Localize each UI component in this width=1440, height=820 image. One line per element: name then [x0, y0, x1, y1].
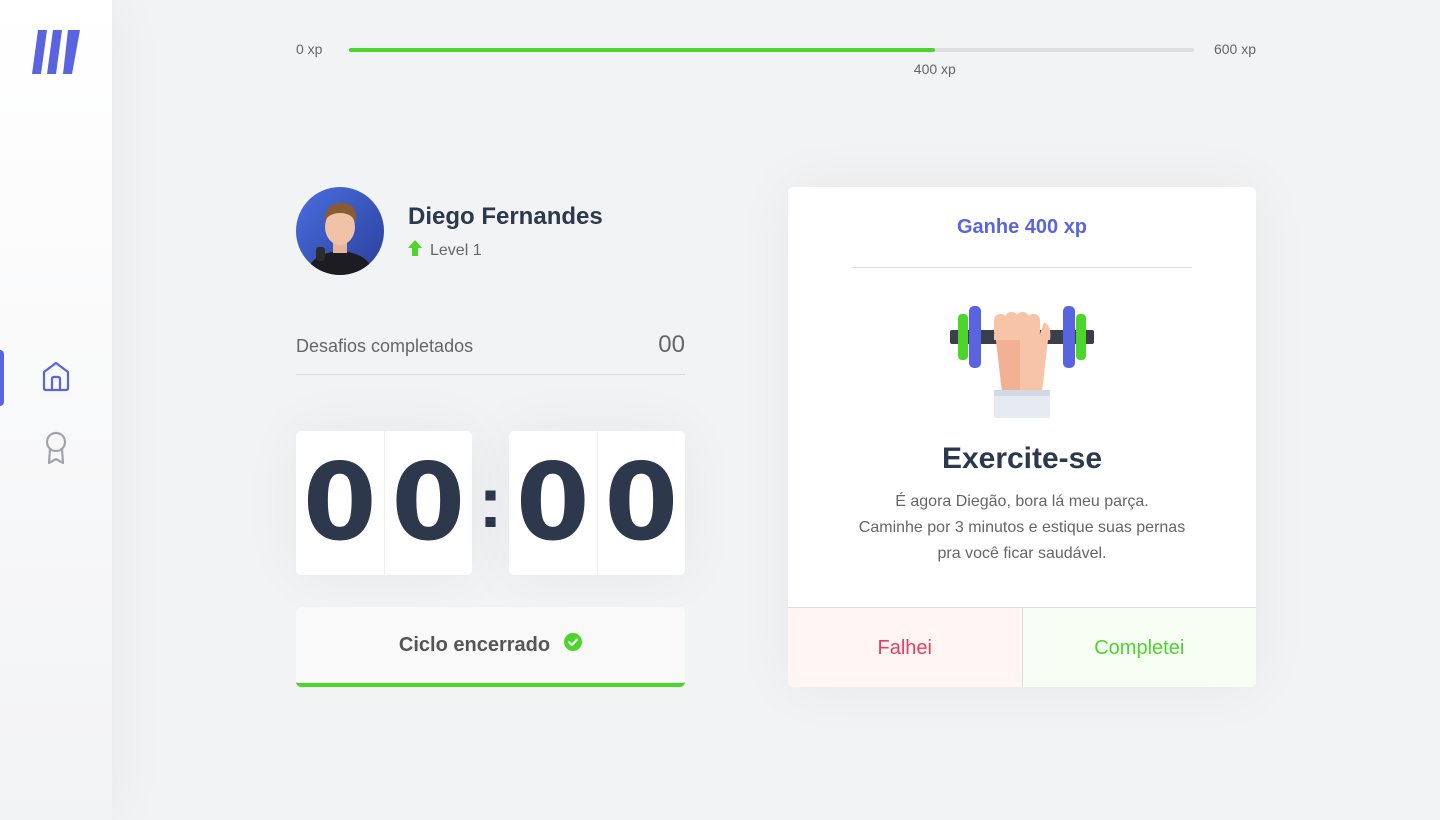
avatar [296, 187, 384, 275]
sidebar [0, 0, 112, 820]
challenge-description: É agora Diegão, bora lá meu parça. Camin… [788, 489, 1256, 567]
challenge-card: Ganhe 400 xp Exercite-se É agora Diegão, [788, 187, 1256, 687]
challenge-title: Exercite-se [941, 442, 1103, 475]
level-label: Level 1 [430, 241, 482, 259]
complete-button[interactable]: Completei [1022, 608, 1256, 687]
fail-button[interactable]: Falhei [788, 608, 1023, 687]
user-level: Level 1 [408, 240, 482, 261]
countdown: 0 0 : 0 0 [296, 431, 685, 575]
profile: Diego Fernandes Level 1 [296, 187, 685, 275]
minute-digit-right: 0 [391, 441, 466, 564]
completed-challenges: Desafios completados 00 [296, 330, 685, 375]
sidebar-item-home[interactable] [0, 350, 112, 406]
xp-current-label: 400 xp [913, 61, 956, 77]
minute-digit-left: 0 [296, 431, 385, 575]
sidebar-item-leaderboard[interactable] [0, 422, 112, 478]
second-digit-left: 0 [509, 431, 598, 575]
countdown-seconds: 0 0 [509, 431, 685, 575]
award-icon [43, 431, 69, 470]
second-digit-right: 0 [604, 441, 679, 564]
challenge-description-line: Caminhe por 3 minutos e estique suas per… [858, 519, 1186, 536]
xp-max-label: 600 xp [1213, 41, 1256, 57]
check-circle-icon [564, 633, 583, 657]
cycle-button[interactable]: Ciclo encerrado [296, 607, 685, 687]
xp-fill [349, 48, 935, 52]
home-icon [41, 360, 71, 397]
level-up-arrow-icon [408, 240, 422, 261]
completed-challenges-count: 00 [658, 331, 685, 358]
xp-min-label: 0 xp [296, 41, 323, 57]
countdown-minutes: 0 0 [296, 431, 472, 575]
moveit-logo[interactable] [32, 30, 80, 74]
xp-track [349, 48, 1194, 52]
cycle-button-label: Ciclo encerrado [398, 633, 551, 656]
dumbbell-body-icon [950, 304, 1094, 418]
active-indicator [0, 350, 4, 406]
challenge-header: Ganhe 400 xp [852, 187, 1192, 268]
challenge-description-line: pra você ficar saudável. [937, 545, 1107, 562]
countdown-separator: : [478, 463, 503, 543]
experience-bar: 0 xp 400 xp 600 xp [296, 38, 1256, 78]
challenge-description-line: É agora Diegão, bora lá meu parça. [895, 493, 1149, 510]
challenge-actions: Falhei Completei [788, 607, 1256, 687]
user-name: Diego Fernandes [408, 203, 603, 230]
completed-challenges-label: Desafios completados [296, 336, 474, 356]
